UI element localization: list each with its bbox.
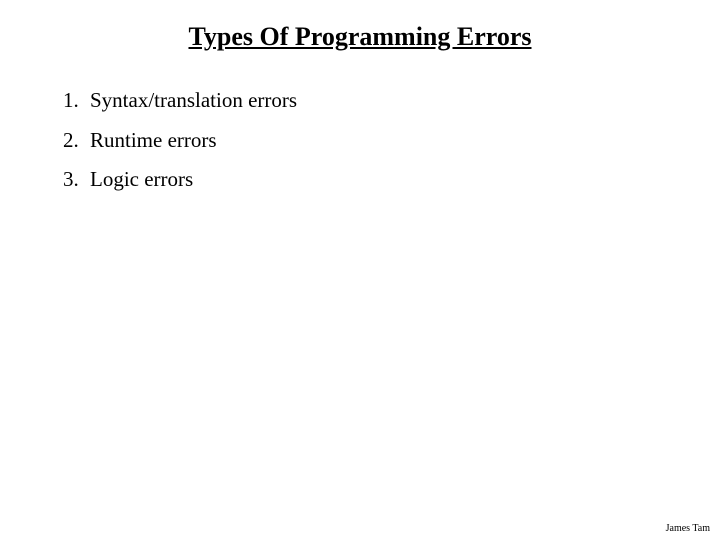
error-types-list: Syntax/translation errors Runtime errors… — [30, 84, 690, 197]
list-item: Syntax/translation errors — [84, 84, 690, 118]
slide-title: Types Of Programming Errors — [30, 22, 690, 52]
list-item: Runtime errors — [84, 124, 690, 158]
slide-container: Types Of Programming Errors Syntax/trans… — [0, 0, 720, 197]
list-item: Logic errors — [84, 163, 690, 197]
author-credit: James Tam — [666, 523, 710, 534]
